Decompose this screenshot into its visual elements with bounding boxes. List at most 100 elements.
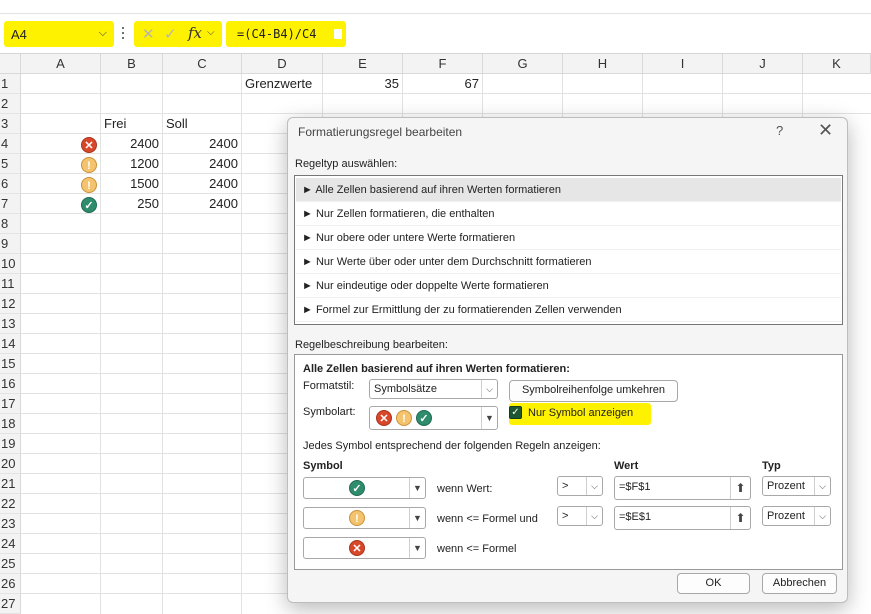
row-header-19[interactable]: 19 [0, 434, 21, 454]
row-header-16[interactable]: 16 [0, 374, 21, 394]
cell-c4[interactable]: 2400 [163, 134, 241, 154]
cell-b4[interactable]: 2400 [101, 134, 162, 154]
icon-style-select[interactable]: ✕ ! ✓ ▼ [369, 406, 498, 430]
value-input-2[interactable]: =$E$1 ⬆ [614, 506, 751, 530]
symbol-column-header: Symbol [303, 460, 343, 472]
rule-type-item[interactable]: ► Nur Zellen formatieren, die enthalten [296, 202, 841, 226]
gridline [21, 273, 287, 274]
row-header-26[interactable]: 26 [0, 574, 21, 594]
icon-select-3[interactable]: ✕ ▼ [303, 537, 426, 559]
more-dots-icon[interactable] [121, 24, 125, 42]
cell-c6[interactable]: 2400 [163, 174, 241, 194]
row-header-27[interactable]: 27 [0, 594, 21, 614]
rule-type-item[interactable]: ► Nur Werte über oder unter dem Durchsch… [296, 250, 841, 274]
range-select-icon[interactable]: ⬆ [730, 507, 750, 529]
rule-type-item[interactable]: ► Formel zur Ermittlung der zu formatier… [296, 298, 841, 322]
row-header-21[interactable]: 21 [0, 474, 21, 494]
icon-select-2[interactable]: ! ▼ [303, 507, 426, 529]
row-header-8[interactable]: 8 [0, 214, 21, 234]
operator-select-2[interactable]: > ⌵ [557, 506, 603, 526]
row-header-12[interactable]: 12 [0, 294, 21, 314]
row-header-2[interactable]: 2 [0, 94, 21, 114]
operator-select-1[interactable]: > ⌵ [557, 476, 603, 496]
row-header-10[interactable]: 10 [0, 254, 21, 274]
gridline [21, 333, 287, 334]
cell-a6[interactable]: ! [81, 174, 100, 194]
row-header-6[interactable]: 6 [0, 174, 21, 194]
row-header-18[interactable]: 18 [0, 414, 21, 434]
row-header-23[interactable]: 23 [0, 514, 21, 534]
cancel-button[interactable]: Abbrechen [762, 573, 837, 594]
row-header-24[interactable]: 24 [0, 534, 21, 554]
rule-type-item[interactable]: ► Nur eindeutige oder doppelte Werte for… [296, 274, 841, 298]
column-header-c[interactable]: C [163, 54, 242, 74]
row-header-20[interactable]: 20 [0, 454, 21, 474]
cell-b6[interactable]: 1500 [101, 174, 162, 194]
value-input-1[interactable]: =$F$1 ⬆ [614, 476, 751, 500]
row-header-11[interactable]: 11 [0, 274, 21, 294]
close-icon[interactable]: ✕ [818, 120, 833, 141]
name-box-value[interactable]: A4 [11, 27, 27, 42]
enter-check-icon[interactable]: ✓ [164, 25, 177, 43]
type-select-1[interactable]: Prozent ⌵ [762, 476, 831, 496]
name-box[interactable]: A4 ⌵ [4, 21, 114, 47]
row-header-13[interactable]: 13 [0, 314, 21, 334]
show-icon-only-checkbox[interactable]: ✓ [509, 406, 522, 419]
row-header-25[interactable]: 25 [0, 554, 21, 574]
row-header-3[interactable]: 3 [0, 114, 21, 134]
column-header-j[interactable]: J [723, 54, 803, 74]
column-header-a[interactable]: A [21, 54, 101, 74]
row-header-9[interactable]: 9 [0, 234, 21, 254]
range-select-icon[interactable]: ⬆ [730, 477, 750, 499]
row-header-4[interactable]: 4 [0, 134, 21, 154]
column-header-i[interactable]: I [643, 54, 723, 74]
cell-b7[interactable]: 250 [101, 194, 162, 214]
cell-e1[interactable]: 35 [323, 74, 402, 94]
chevron-down-icon[interactable]: ⌵ [207, 27, 215, 38]
formula-text[interactable]: =(C4-B4)/C4 [237, 27, 316, 41]
cell-b5[interactable]: 1200 [101, 154, 162, 174]
help-icon[interactable]: ? [776, 123, 783, 138]
cell-d1[interactable]: Grenzwerte [242, 74, 322, 94]
cell-c3[interactable]: Soll [163, 114, 241, 134]
type-select-2[interactable]: Prozent ⌵ [762, 506, 831, 526]
column-header-h[interactable]: H [563, 54, 643, 74]
column-header-f[interactable]: F [403, 54, 483, 74]
cell-a4[interactable]: ✕ [81, 134, 100, 154]
row-header-15[interactable]: 15 [0, 354, 21, 374]
column-header-d[interactable]: D [242, 54, 323, 74]
cell-a7[interactable]: ✓ [81, 194, 100, 214]
formatstil-label: Formatstil: [303, 380, 355, 392]
gridline [21, 373, 287, 374]
cancel-x-icon[interactable]: ✕ [142, 25, 155, 43]
icon-select-1[interactable]: ✓ ▼ [303, 477, 426, 499]
cell-b3[interactable]: Frei [101, 114, 162, 134]
type-column-header: Typ [762, 460, 781, 472]
row-header-7[interactable]: 7 [0, 194, 21, 214]
column-header-g[interactable]: G [483, 54, 563, 74]
rule-type-item[interactable]: ► Alle Zellen basierend auf ihren Werten… [296, 178, 841, 202]
column-header-e[interactable]: E [323, 54, 403, 74]
rule-type-label: Nur Werte über oder unter dem Durchschni… [315, 256, 592, 268]
column-header-b[interactable]: B [101, 54, 163, 74]
reverse-icon-order-button[interactable]: Symbolreihenfolge umkehren [509, 380, 678, 402]
chevron-down-icon: ⌵ [586, 477, 602, 495]
row-header-22[interactable]: 22 [0, 494, 21, 514]
chevron-down-icon[interactable]: ⌵ [99, 27, 107, 40]
insert-function-icon[interactable]: fx [188, 24, 202, 42]
row-header-14[interactable]: 14 [0, 334, 21, 354]
cell-c5[interactable]: 2400 [163, 154, 241, 174]
ok-button[interactable]: OK [677, 573, 750, 594]
show-icon-only-label[interactable]: Nur Symbol anzeigen [528, 407, 633, 419]
formatstil-select[interactable]: Symbolsätze ⌵ [369, 379, 498, 399]
row-header-17[interactable]: 17 [0, 394, 21, 414]
rule-type-item[interactable]: ► Nur obere oder untere Werte formatiere… [296, 226, 841, 250]
cell-c7[interactable]: 2400 [163, 194, 241, 214]
row-header-1[interactable]: 1 [0, 74, 21, 94]
cell-f1[interactable]: 67 [403, 74, 482, 94]
column-header-k[interactable]: K [803, 54, 871, 74]
formula-input[interactable]: =(C4-B4)/C4 [226, 21, 346, 47]
select-all-corner[interactable] [0, 54, 21, 74]
row-header-5[interactable]: 5 [0, 154, 21, 174]
cell-a5[interactable]: ! [81, 154, 100, 174]
